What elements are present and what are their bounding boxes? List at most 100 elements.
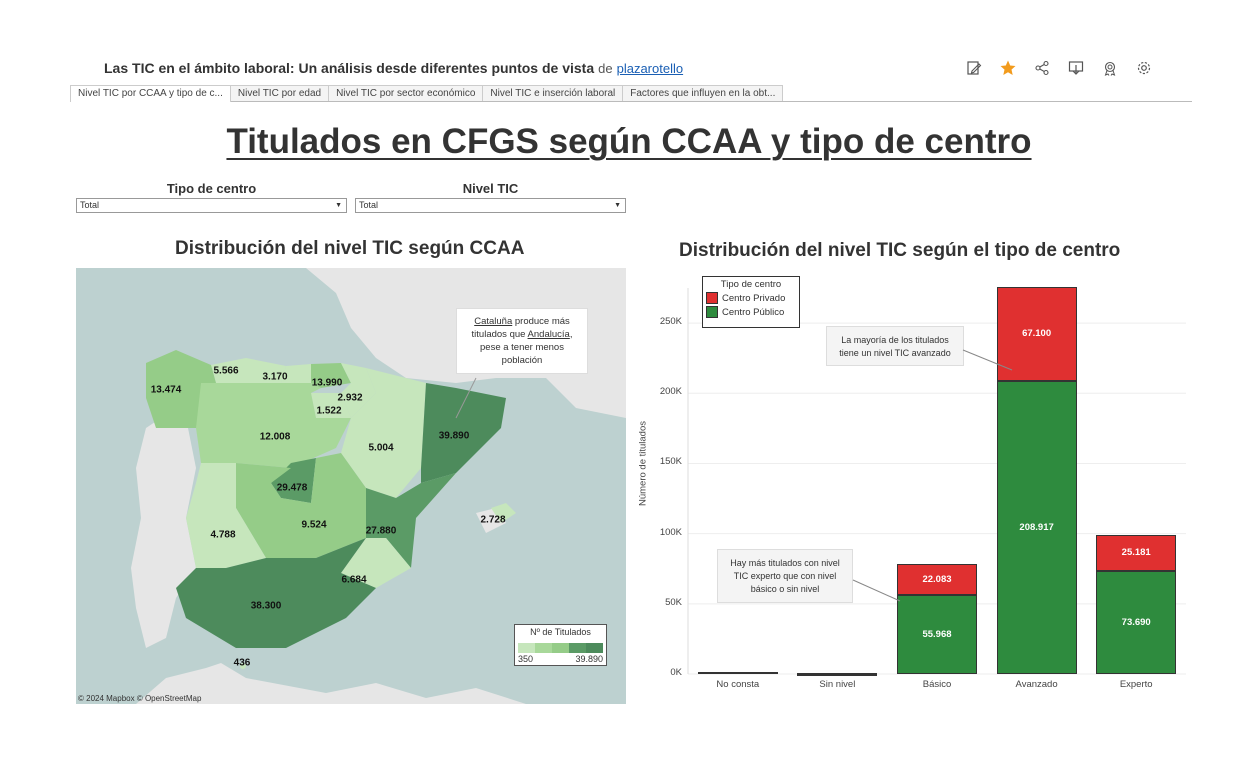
annotation-experto: Hay más titulados con nivel TIC experto … bbox=[717, 549, 853, 603]
annotation-line: TIC experto que con nivel bbox=[733, 571, 837, 581]
annotation-text: produce más bbox=[512, 316, 570, 327]
y-tick-label: 200K bbox=[659, 386, 682, 398]
tab-nivel-tic-insercion[interactable]: Nivel TIC e inserción laboral bbox=[482, 85, 624, 101]
annotation-line: población bbox=[501, 355, 543, 366]
workbook-title: Las TIC en el ámbito laboral: Un análisi… bbox=[104, 60, 683, 76]
map-label-navarra: 2.932 bbox=[337, 392, 363, 404]
map-label-pais-vasco: 13.990 bbox=[311, 377, 343, 389]
map-label-aragon: 5.004 bbox=[368, 442, 394, 454]
x-tick-label: Sin nivel bbox=[819, 679, 856, 690]
map-label-ceuta: 436 bbox=[233, 657, 251, 669]
sheet-tabs: Nivel TIC por CCAA y tipo de c... Nivel … bbox=[70, 85, 1192, 102]
annotation-text: titulados que bbox=[471, 329, 528, 340]
y-tick-label: 50K bbox=[665, 596, 682, 608]
legend-label: Centro Privado bbox=[722, 292, 786, 304]
workbook-title-text: Las TIC en el ámbito laboral: Un análisi… bbox=[104, 60, 595, 76]
map-label-la-rioja: 1.522 bbox=[316, 405, 342, 417]
bar-privado[interactable] bbox=[697, 671, 778, 674]
tab-factores[interactable]: Factores que influyen en la obt... bbox=[622, 85, 784, 101]
x-tick-label: Experto bbox=[1119, 679, 1153, 690]
map-label-castilla-leon: 12.008 bbox=[259, 431, 291, 443]
map-label-cataluna: 39.890 bbox=[438, 430, 470, 442]
bar-legend-title: Tipo de centro bbox=[720, 279, 782, 290]
map-label-andalucia: 38.300 bbox=[250, 600, 282, 612]
bar-chart-title: Distribución del nivel TIC según el tipo… bbox=[679, 240, 1121, 261]
map-label-galicia: 13.474 bbox=[150, 384, 182, 396]
page-title: Titulados en CFGS según CCAA y tipo de c… bbox=[226, 122, 1032, 161]
map-label-asturias: 5.566 bbox=[213, 365, 239, 377]
map-legend: Nº de Titulados 350 39.890 bbox=[514, 624, 607, 666]
chevron-down-icon: ▼ bbox=[335, 202, 342, 209]
tab-nivel-tic-sector[interactable]: Nivel TIC por sector económico bbox=[328, 85, 484, 101]
settings-icon[interactable] bbox=[1134, 58, 1154, 78]
map-legend-title: Nº de Titulados bbox=[530, 627, 591, 637]
select-value: Total bbox=[359, 200, 379, 210]
choropleth-map[interactable]: 13.474 5.566 3.170 13.990 2.932 1.522 12… bbox=[76, 268, 626, 704]
bar-publico[interactable]: 73.690 bbox=[1096, 570, 1177, 674]
annotation-line: tiene un nivel TIC avanzado bbox=[839, 348, 951, 358]
y-tick-label: 0K bbox=[670, 667, 682, 678]
annotation-line: básico o sin nivel bbox=[750, 584, 820, 594]
y-tick-label: 100K bbox=[659, 526, 682, 538]
share-icon[interactable] bbox=[1032, 58, 1052, 78]
filter-tipo-centro: Tipo de centro Total ▼ bbox=[76, 181, 347, 213]
nivel-tic-select[interactable]: Total ▼ bbox=[355, 198, 626, 213]
bar-privado[interactable] bbox=[797, 673, 878, 676]
chevron-down-icon: ▼ bbox=[614, 202, 621, 209]
map-title: Distribución del nivel TIC según CCAA bbox=[175, 238, 525, 259]
legend-item-publico[interactable]: Centro Público bbox=[703, 306, 799, 318]
map-annotation: Cataluña produce más titulados que Andal… bbox=[456, 308, 588, 374]
map-label-baleares: 2.728 bbox=[480, 514, 506, 526]
bar-publico[interactable]: 55.968 bbox=[897, 595, 977, 674]
author-link[interactable]: plazarotello bbox=[617, 61, 684, 76]
annotation-text: , bbox=[569, 329, 573, 340]
map-legend-max: 39.890 bbox=[575, 654, 603, 664]
tipo-centro-select[interactable]: Total ▼ bbox=[76, 198, 347, 213]
legend-swatch bbox=[706, 292, 718, 304]
map-legend-min: 350 bbox=[518, 654, 534, 664]
map-label-castilla-la-mancha: 9.524 bbox=[301, 519, 327, 531]
bar-privado[interactable]: 25.181 bbox=[1096, 535, 1177, 571]
bar-privado[interactable]: 67.100 bbox=[996, 286, 1077, 381]
annotation-cataluna: Cataluña bbox=[474, 316, 513, 327]
map-label-extremadura: 4.788 bbox=[210, 529, 236, 541]
legend-label: Centro Público bbox=[722, 306, 785, 318]
filter-nivel-tic: Nivel TIC Total ▼ bbox=[355, 181, 626, 213]
workbook-header: Las TIC en el ámbito laboral: Un análisi… bbox=[104, 58, 1154, 80]
legend-swatch bbox=[706, 306, 718, 318]
legend-item-privado[interactable]: Centro Privado bbox=[703, 292, 799, 304]
map-label-cantabria: 3.170 bbox=[262, 371, 288, 383]
tab-nivel-tic-ccaa[interactable]: Nivel TIC por CCAA y tipo de c... bbox=[70, 85, 231, 102]
annotation-andalucia: Andalucía bbox=[527, 329, 570, 340]
annotation-line: La mayoría de los titulados bbox=[841, 335, 949, 345]
bar-publico[interactable]: 208.917 bbox=[996, 380, 1077, 674]
map-label-valencia: 27.880 bbox=[365, 525, 397, 537]
y-tick-label: 250K bbox=[659, 316, 682, 328]
annotation-line: titulados que Andalucía, bbox=[457, 328, 587, 341]
toolbar bbox=[964, 58, 1154, 78]
map-label-murcia: 6.684 bbox=[341, 574, 367, 586]
edit-icon[interactable] bbox=[964, 58, 984, 78]
tab-nivel-tic-edad[interactable]: Nivel TIC por edad bbox=[229, 85, 330, 101]
map-label-madrid: 29.478 bbox=[276, 482, 308, 494]
bar-privado[interactable]: 22.083 bbox=[897, 564, 977, 596]
y-axis-label: Número de titulados bbox=[637, 420, 649, 507]
x-tick-label: Avanzado bbox=[1015, 679, 1058, 690]
annotation-line: pese a tener menos bbox=[480, 342, 564, 353]
x-tick-label: Básico bbox=[922, 679, 952, 690]
annotation-line: Cataluña produce más bbox=[457, 315, 587, 328]
select-value: Total bbox=[80, 200, 100, 210]
badge-icon[interactable] bbox=[1100, 58, 1120, 78]
download-icon[interactable] bbox=[1066, 58, 1086, 78]
map-attribution: © 2024 Mapbox © OpenStreetMap bbox=[78, 694, 202, 703]
y-tick-label: 150K bbox=[659, 456, 682, 468]
bar-legend: Tipo de centro Centro Privado Centro Púb… bbox=[702, 276, 800, 328]
filter-label: Nivel TIC bbox=[462, 181, 519, 196]
by-text: de bbox=[598, 61, 613, 76]
filter-label: Tipo de centro bbox=[166, 181, 257, 196]
annotation-avanzado: La mayoría de los titulados tiene un niv… bbox=[826, 326, 964, 366]
annotation-line: Hay más titulados con nivel bbox=[730, 558, 840, 568]
map-legend-ramp bbox=[518, 643, 603, 653]
star-icon[interactable] bbox=[998, 58, 1018, 78]
x-tick-label: No consta bbox=[716, 679, 760, 690]
